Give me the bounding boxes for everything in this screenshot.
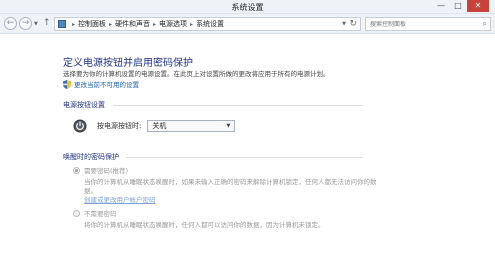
up-level-button[interactable]: ↑: [43, 18, 51, 28]
require-password-radio[interactable]: [73, 166, 80, 174]
power-button-action-label: 按电源按钮时:: [97, 122, 142, 130]
search-icon[interactable]: ⌕: [483, 19, 487, 29]
uac-shield-icon: [63, 79, 71, 89]
breadcrumb-separator-icon[interactable]: ▸: [72, 21, 75, 28]
address-dropdown-icon[interactable]: ▼: [342, 21, 346, 27]
window-controls: — □ ✕: [433, 0, 489, 12]
search-input[interactable]: [370, 20, 480, 28]
breadcrumb-control-panel[interactable]: 控制面板: [78, 19, 106, 29]
no-password-note: 将你的计算机从睡眠状态唤醒时，任何人都可以访问你的数据，因为计算机未锁定。: [84, 221, 325, 229]
window-title: 系统设置: [231, 3, 264, 12]
no-password-option[interactable]: 不需要密码: [73, 208, 117, 218]
power-button-setting-row: 按电源按钮时: 关机 ▼: [73, 119, 236, 133]
no-password-radio[interactable]: [73, 209, 80, 217]
breadcrumb-system-settings[interactable]: 系统设置: [196, 19, 224, 29]
chevron-down-icon: ▼: [226, 123, 231, 129]
wake-password-heading: 唤醒时的密码保护: [63, 153, 119, 161]
recent-pages-dropdown-icon[interactable]: ▼: [34, 21, 38, 27]
breadcrumb-hardware-sound[interactable]: 硬件和声音: [115, 19, 150, 29]
breadcrumb-separator-icon[interactable]: ▸: [190, 21, 193, 28]
title-bar: 系统设置 — □ ✕: [0, 0, 495, 14]
breadcrumb-separator-icon[interactable]: ▸: [153, 21, 156, 28]
breadcrumb-power-options[interactable]: 电源选项: [159, 19, 187, 29]
no-password-label[interactable]: 不需要密码: [84, 208, 117, 218]
require-password-option[interactable]: 需要密码(推荐): [73, 165, 128, 175]
forward-button[interactable]: →: [19, 17, 32, 30]
page-title: 定义电源按钮并启用密码保护: [63, 58, 193, 69]
create-change-password-link[interactable]: 创建或更改用户帐户密码: [84, 194, 156, 204]
power-button-action-select[interactable]: 关机 ▼: [147, 120, 236, 132]
close-button[interactable]: ✕: [467, 0, 489, 12]
minimize-button[interactable]: —: [433, 0, 449, 12]
control-panel-icon: [58, 20, 66, 28]
page-description: 选择要为你的计算机设置的电源设置。在此页上对设置所做的更改将应用于所有的电源计划…: [63, 70, 330, 78]
back-button[interactable]: ←: [4, 17, 17, 30]
refresh-button[interactable]: ↻: [349, 19, 357, 29]
require-password-note-line1: 当你的计算机从睡眠状态唤醒时，如果未输入正确的密码来解除计算机锁定，任何人都无法…: [84, 178, 377, 186]
change-unavailable-settings-link[interactable]: 更改当前不可用的设置: [63, 79, 139, 89]
power-icon: [73, 119, 87, 133]
address-bar-row: ← → ▼ ↑ ▸ 控制面板 ▸ 硬件和声音 ▸ 电源选项 ▸ 系统设置 ▼ ↻…: [0, 14, 495, 34]
search-box[interactable]: ⌕: [365, 17, 491, 31]
address-bar[interactable]: ▸ 控制面板 ▸ 硬件和声音 ▸ 电源选项 ▸ 系统设置 ▼ ↻: [54, 17, 361, 31]
require-password-label[interactable]: 需要密码(推荐): [84, 165, 128, 175]
breadcrumb-separator-icon[interactable]: ▸: [109, 21, 112, 28]
power-button-settings-heading: 电源按钮设置: [63, 101, 105, 109]
main-content: 定义电源按钮并启用密码保护 选择要为你的计算机设置的电源设置。在此页上对设置所做…: [0, 35, 495, 263]
power-button-action-value: 关机: [152, 122, 167, 130]
change-unavailable-settings-label[interactable]: 更改当前不可用的设置: [74, 79, 139, 89]
section-divider: [126, 157, 363, 158]
section-divider: [113, 105, 363, 106]
maximize-button[interactable]: □: [450, 0, 466, 12]
